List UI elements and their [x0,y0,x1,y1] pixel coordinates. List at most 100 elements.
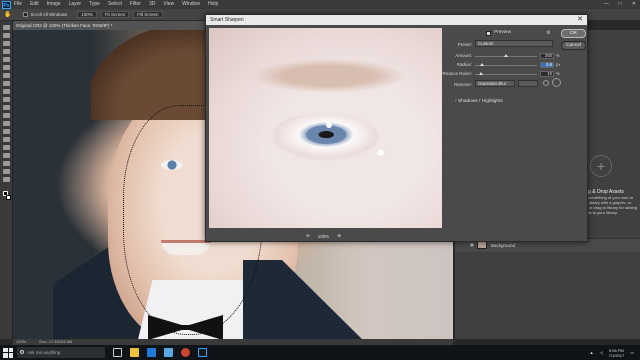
preview-brow [239,56,419,96]
preview-zoom-controls: ⊖ 100% ⊕ [306,232,356,240]
history-brush-tool-icon[interactable] [3,97,10,102]
shadows-highlights-toggle[interactable]: › Shadows / Highlights [455,99,503,104]
photoshop-taskbar-icon[interactable] [198,348,207,357]
preview-label: Preview [494,30,512,35]
radius-slider[interactable] [475,63,537,66]
menu-help[interactable]: Help [208,0,218,9]
zoom-tool-icon[interactable] [3,177,10,182]
move-tool-icon[interactable] [3,25,10,30]
radius-field[interactable]: 0.8 [540,62,554,68]
close-window-button[interactable]: ✕ [632,0,636,9]
taskbar-search-placeholder: Ask me anything [27,350,61,355]
chrome-browser-icon[interactable] [181,348,190,357]
status-doc-info: Doc: 17.4M/33.6M [39,339,73,344]
preview-checkbox[interactable] [486,31,491,36]
reduce-noise-slider[interactable] [475,72,537,75]
remove-blur-select[interactable]: Gaussian Blur [475,80,515,87]
system-tray: ▲ ◁ 9:06 PM 7/1/2017 ▭ [590,348,634,358]
amount-slider-knob[interactable] [504,54,508,57]
app-icon-blue[interactable] [164,348,173,357]
menu-select[interactable]: Select [108,0,122,9]
zoom-in-icon[interactable]: ⊕ [337,233,341,239]
taskbar-clock[interactable]: 9:06 PM 7/1/2017 [609,348,625,358]
marquee-tool-icon[interactable] [3,33,10,38]
pen-tool-icon[interactable] [3,137,10,142]
blur-tool-icon[interactable] [3,121,10,126]
menu-type[interactable]: Type [89,0,100,9]
libraries-body: Add something of your own to your librar… [580,195,637,215]
remove-label: Remove: [453,82,472,87]
libraries-empty-state: Drag & Drop Assets Add something of your… [580,190,640,216]
amount-slider[interactable] [475,54,537,57]
amount-label: Amount: [455,53,472,58]
amount-field[interactable]: 250 [540,53,554,59]
file-explorer-icon[interactable] [130,348,139,357]
healing-tool-icon[interactable] [3,73,10,78]
menu-3d[interactable]: 3D [149,0,155,9]
fit-screen-button[interactable]: Fit Screen [100,11,130,18]
menu-view[interactable]: View [163,0,174,9]
dialog-close-icon[interactable]: ✕ [577,16,583,24]
menu-filter[interactable]: Filter [130,0,141,9]
menu-edit[interactable]: Edit [30,0,39,9]
scroll-all-label: Scroll All Windows [30,12,68,17]
fill-screen-button[interactable]: Fill Screen [133,11,163,18]
gradient-tool-icon[interactable] [3,113,10,118]
sharpen-preview[interactable] [209,28,442,228]
preset-label: Preset: [457,42,472,47]
radius-slider-knob[interactable] [480,63,485,66]
cancel-button[interactable]: Cancel [561,41,586,50]
reduce-noise-field[interactable]: 10 [540,71,554,77]
eye-visibility-icon[interactable]: ◉ [470,242,474,248]
path-select-tool-icon[interactable] [3,153,10,158]
task-view-icon[interactable] [113,348,122,357]
angle-wheel-icon [552,78,561,87]
edge-browser-icon[interactable] [147,348,156,357]
zoom-100-button[interactable]: 100% [77,11,97,18]
status-zoom[interactable]: 100% [16,339,26,344]
add-asset-icon[interactable]: + [590,155,612,177]
scroll-all-checkbox[interactable] [23,12,29,17]
menu-layer[interactable]: Layer [69,0,82,9]
eyedropper-tool-icon[interactable] [3,65,10,70]
radius-unit: px [556,62,561,67]
background-color-swatch[interactable] [6,195,11,200]
notifications-icon[interactable]: ▭ [630,350,634,355]
reduce-noise-label: Reduce Noise: [442,71,472,76]
clone-stamp-tool-icon[interactable] [3,89,10,94]
shape-tool-icon[interactable] [3,161,10,166]
layer-name: Background [490,242,515,248]
maximize-button[interactable]: □ [619,0,622,9]
amount-unit: % [556,53,560,58]
search-icon [20,350,24,354]
angle-field [518,80,538,87]
tools-panel [0,21,13,339]
menu-window[interactable]: Window [182,0,200,9]
eraser-tool-icon[interactable] [3,105,10,110]
preset-select[interactable]: Custom [475,40,553,47]
volume-icon[interactable]: ◁ [600,350,603,355]
photoshop-window: Ps File Edit Image Layer Type Select Fil… [0,0,640,360]
crop-tool-icon[interactable] [3,57,10,62]
minimize-button[interactable]: — [604,0,609,9]
taskbar-search-box[interactable]: Ask me anything [17,347,105,358]
menu-file[interactable]: File [14,0,22,9]
lasso-tool-icon[interactable] [3,41,10,46]
zoom-out-icon[interactable]: ⊖ [306,233,310,239]
reduce-noise-slider-knob[interactable] [479,72,484,75]
clock-date: 7/1/2017 [608,352,625,358]
hand-tool-icon[interactable] [3,169,10,174]
quick-select-tool-icon[interactable] [3,49,10,54]
network-icon[interactable]: ▲ [590,350,594,355]
brush-tool-icon[interactable] [3,81,10,86]
settings-gear-icon[interactable]: ⚙ [546,30,550,36]
ok-button[interactable]: OK [561,29,586,38]
type-tool-icon[interactable] [3,145,10,150]
dodge-tool-icon[interactable] [3,129,10,134]
menu-bar: Ps File Edit Image Layer Type Select Fil… [0,0,640,9]
windows-start-icon[interactable] [3,347,13,358]
preview-glint [376,148,385,157]
preview-eye [269,113,379,161]
menu-image[interactable]: Image [47,0,61,9]
window-controls: — □ ✕ [604,0,636,9]
